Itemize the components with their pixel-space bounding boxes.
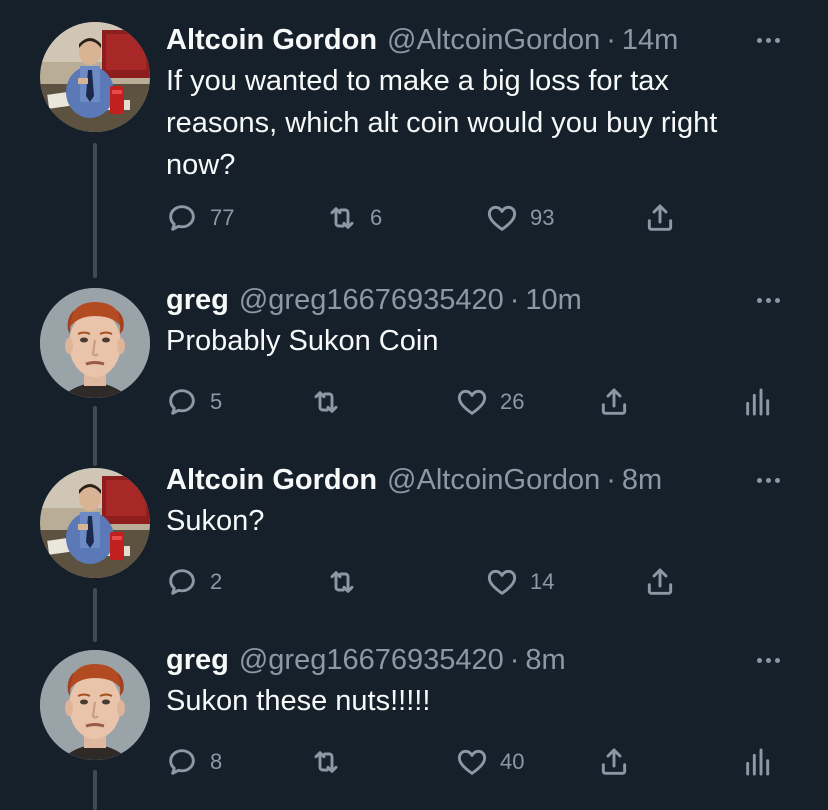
reply-count: 5 xyxy=(210,389,223,414)
retweet-button[interactable] xyxy=(310,742,342,782)
share-icon xyxy=(644,566,676,598)
tweet-actions: 5 26 xyxy=(166,382,788,422)
reply-icon xyxy=(166,202,198,234)
retweet-icon xyxy=(310,386,342,418)
retweet-button[interactable] xyxy=(326,562,358,602)
retweet-icon xyxy=(326,202,358,234)
tweet-actions: 77 6 93 xyxy=(166,198,788,238)
red-haired-man-avatar-icon xyxy=(40,650,150,760)
share-icon xyxy=(644,202,676,234)
heart-icon xyxy=(456,746,488,778)
more-options-button[interactable] xyxy=(748,30,788,50)
share-button[interactable] xyxy=(644,198,676,238)
avatar[interactable] xyxy=(40,288,150,398)
analytics-icon xyxy=(741,746,773,778)
reply-button[interactable]: 8 xyxy=(166,742,222,782)
retweet-button[interactable] xyxy=(310,382,342,422)
tweet[interactable]: Altcoin Gordon @AltcoinGordon · 8m Sukon… xyxy=(0,458,828,642)
analytics-icon xyxy=(741,386,773,418)
heart-icon xyxy=(486,566,518,598)
like-count: 93 xyxy=(530,205,555,230)
like-button[interactable]: 26 xyxy=(456,382,524,422)
thread-connector-line xyxy=(93,143,97,278)
tweet-header: Altcoin Gordon @AltcoinGordon · 8m xyxy=(166,462,788,498)
tweet-text: Probably Sukon Coin xyxy=(166,325,439,357)
tweet-text: Sukon? xyxy=(166,505,265,537)
reply-count: 8 xyxy=(210,749,223,774)
like-count: 14 xyxy=(530,569,555,594)
man-at-desk-avatar-icon xyxy=(40,468,150,578)
heart-icon xyxy=(456,386,488,418)
share-icon xyxy=(598,386,630,418)
reply-count: 2 xyxy=(210,569,223,594)
like-button[interactable]: 14 xyxy=(486,562,554,602)
tweet[interactable]: greg @greg16676935420 · 10m Probably Suk… xyxy=(0,280,828,462)
reply-count: 77 xyxy=(210,205,235,230)
retweet-button[interactable]: 6 xyxy=(326,198,382,238)
more-options-button[interactable] xyxy=(748,650,788,670)
conversation-thread: Altcoin Gordon @AltcoinGordon · 14m If y… xyxy=(0,0,828,810)
thread-connector-line xyxy=(93,588,97,642)
avatar[interactable] xyxy=(40,650,150,760)
red-haired-man-avatar-icon xyxy=(40,288,150,398)
avatar[interactable] xyxy=(40,22,150,132)
reply-icon xyxy=(166,566,198,598)
retweet-icon xyxy=(310,746,342,778)
reply-button[interactable]: 5 xyxy=(166,382,222,422)
tweet-header: Altcoin Gordon @AltcoinGordon · 14m xyxy=(166,22,788,58)
share-button[interactable] xyxy=(644,562,676,602)
separator-dot: · xyxy=(606,24,616,56)
like-count: 26 xyxy=(500,389,525,414)
author-name[interactable]: greg xyxy=(166,642,229,678)
like-button[interactable]: 40 xyxy=(456,742,524,782)
author-handle[interactable]: @greg16676935420 xyxy=(239,282,504,318)
man-at-desk-avatar-icon xyxy=(40,22,150,132)
tweet-text: If you wanted to make a big loss for tax… xyxy=(166,65,718,181)
thread-connector-line xyxy=(93,770,97,810)
tweet-header: greg @greg16676935420 · 8m xyxy=(166,642,788,678)
like-count: 40 xyxy=(500,749,525,774)
tweet[interactable]: Altcoin Gordon @AltcoinGordon · 14m If y… xyxy=(0,0,828,280)
timestamp[interactable]: 10m xyxy=(525,282,581,318)
reply-icon xyxy=(166,746,198,778)
timestamp[interactable]: 14m xyxy=(622,22,678,58)
tweet-actions: 2 14 xyxy=(166,562,788,602)
author-name[interactable]: greg xyxy=(166,282,229,318)
timestamp[interactable]: 8m xyxy=(622,462,662,498)
heart-icon xyxy=(486,202,518,234)
analytics-button[interactable] xyxy=(741,742,773,782)
thread-connector-line xyxy=(93,406,97,462)
thread-connector-line xyxy=(93,458,97,466)
more-options-button[interactable] xyxy=(748,470,788,490)
share-button[interactable] xyxy=(598,742,630,782)
share-icon xyxy=(598,746,630,778)
author-name[interactable]: Altcoin Gordon xyxy=(166,22,377,58)
analytics-button[interactable] xyxy=(741,382,773,422)
tweet-text: Sukon these nuts!!!!! xyxy=(166,685,431,717)
reply-button[interactable]: 2 xyxy=(166,562,222,602)
reply-icon xyxy=(166,386,198,418)
avatar[interactable] xyxy=(40,468,150,578)
more-options-button[interactable] xyxy=(748,290,788,310)
separator-dot: · xyxy=(509,284,520,316)
like-button[interactable]: 93 xyxy=(486,198,554,238)
author-handle[interactable]: @AltcoinGordon xyxy=(387,22,600,58)
author-handle[interactable]: @greg16676935420 xyxy=(239,642,504,678)
share-button[interactable] xyxy=(598,382,630,422)
author-handle[interactable]: @AltcoinGordon xyxy=(387,462,600,498)
tweet-actions: 8 40 xyxy=(166,742,788,782)
timestamp[interactable]: 8m xyxy=(525,642,565,678)
reply-button[interactable]: 77 xyxy=(166,198,234,238)
author-name[interactable]: Altcoin Gordon xyxy=(166,462,377,498)
tweet-header: greg @greg16676935420 · 10m xyxy=(166,282,788,318)
separator-dot: · xyxy=(606,464,616,496)
separator-dot: · xyxy=(509,644,520,676)
retweet-icon xyxy=(326,566,358,598)
tweet[interactable]: greg @greg16676935420 · 8m Sukon these n… xyxy=(0,640,828,810)
retweet-count: 6 xyxy=(370,205,383,230)
